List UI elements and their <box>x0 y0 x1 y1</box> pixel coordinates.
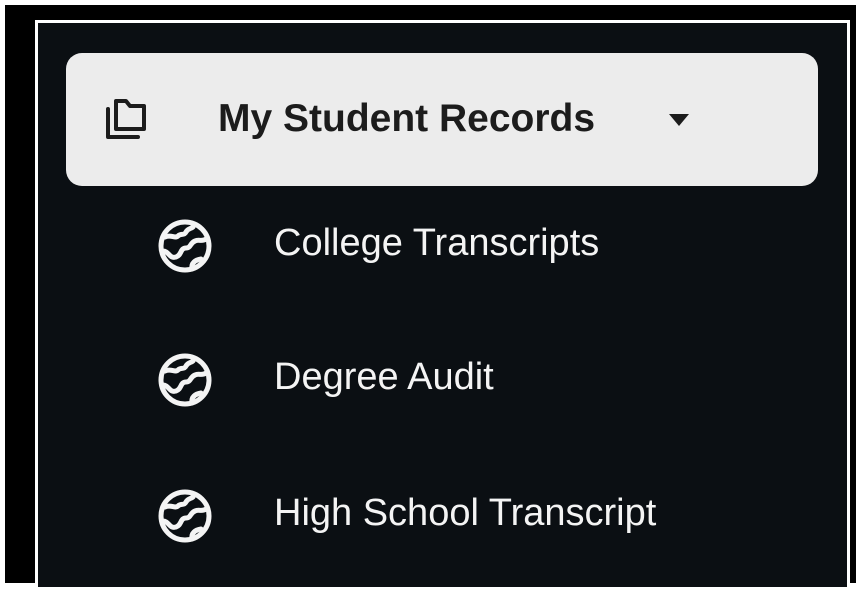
my-student-records-menu-toggle[interactable]: My Student Records <box>66 53 818 186</box>
folders-icon <box>106 99 146 139</box>
globe-icon <box>158 219 212 273</box>
submenu-item-college-transcripts[interactable]: College Transcripts <box>126 195 826 291</box>
submenu-item-label: College Transcripts <box>274 222 600 264</box>
screenshot-frame: My Student Records College Transcripts D… <box>5 5 856 590</box>
submenu-item-label: Degree Audit <box>274 356 494 398</box>
submenu-item-label: High School Transcript <box>274 492 657 534</box>
submenu-item-high-school-transcript[interactable]: High School Transcript <box>126 465 826 561</box>
submenu-item-degree-audit[interactable]: Degree Audit <box>126 329 826 425</box>
globe-icon <box>158 489 212 543</box>
globe-icon <box>158 353 212 407</box>
caret-down-icon[interactable] <box>665 112 693 128</box>
navigation-panel: My Student Records College Transcripts D… <box>35 20 850 590</box>
menu-header-label: My Student Records <box>218 97 596 140</box>
